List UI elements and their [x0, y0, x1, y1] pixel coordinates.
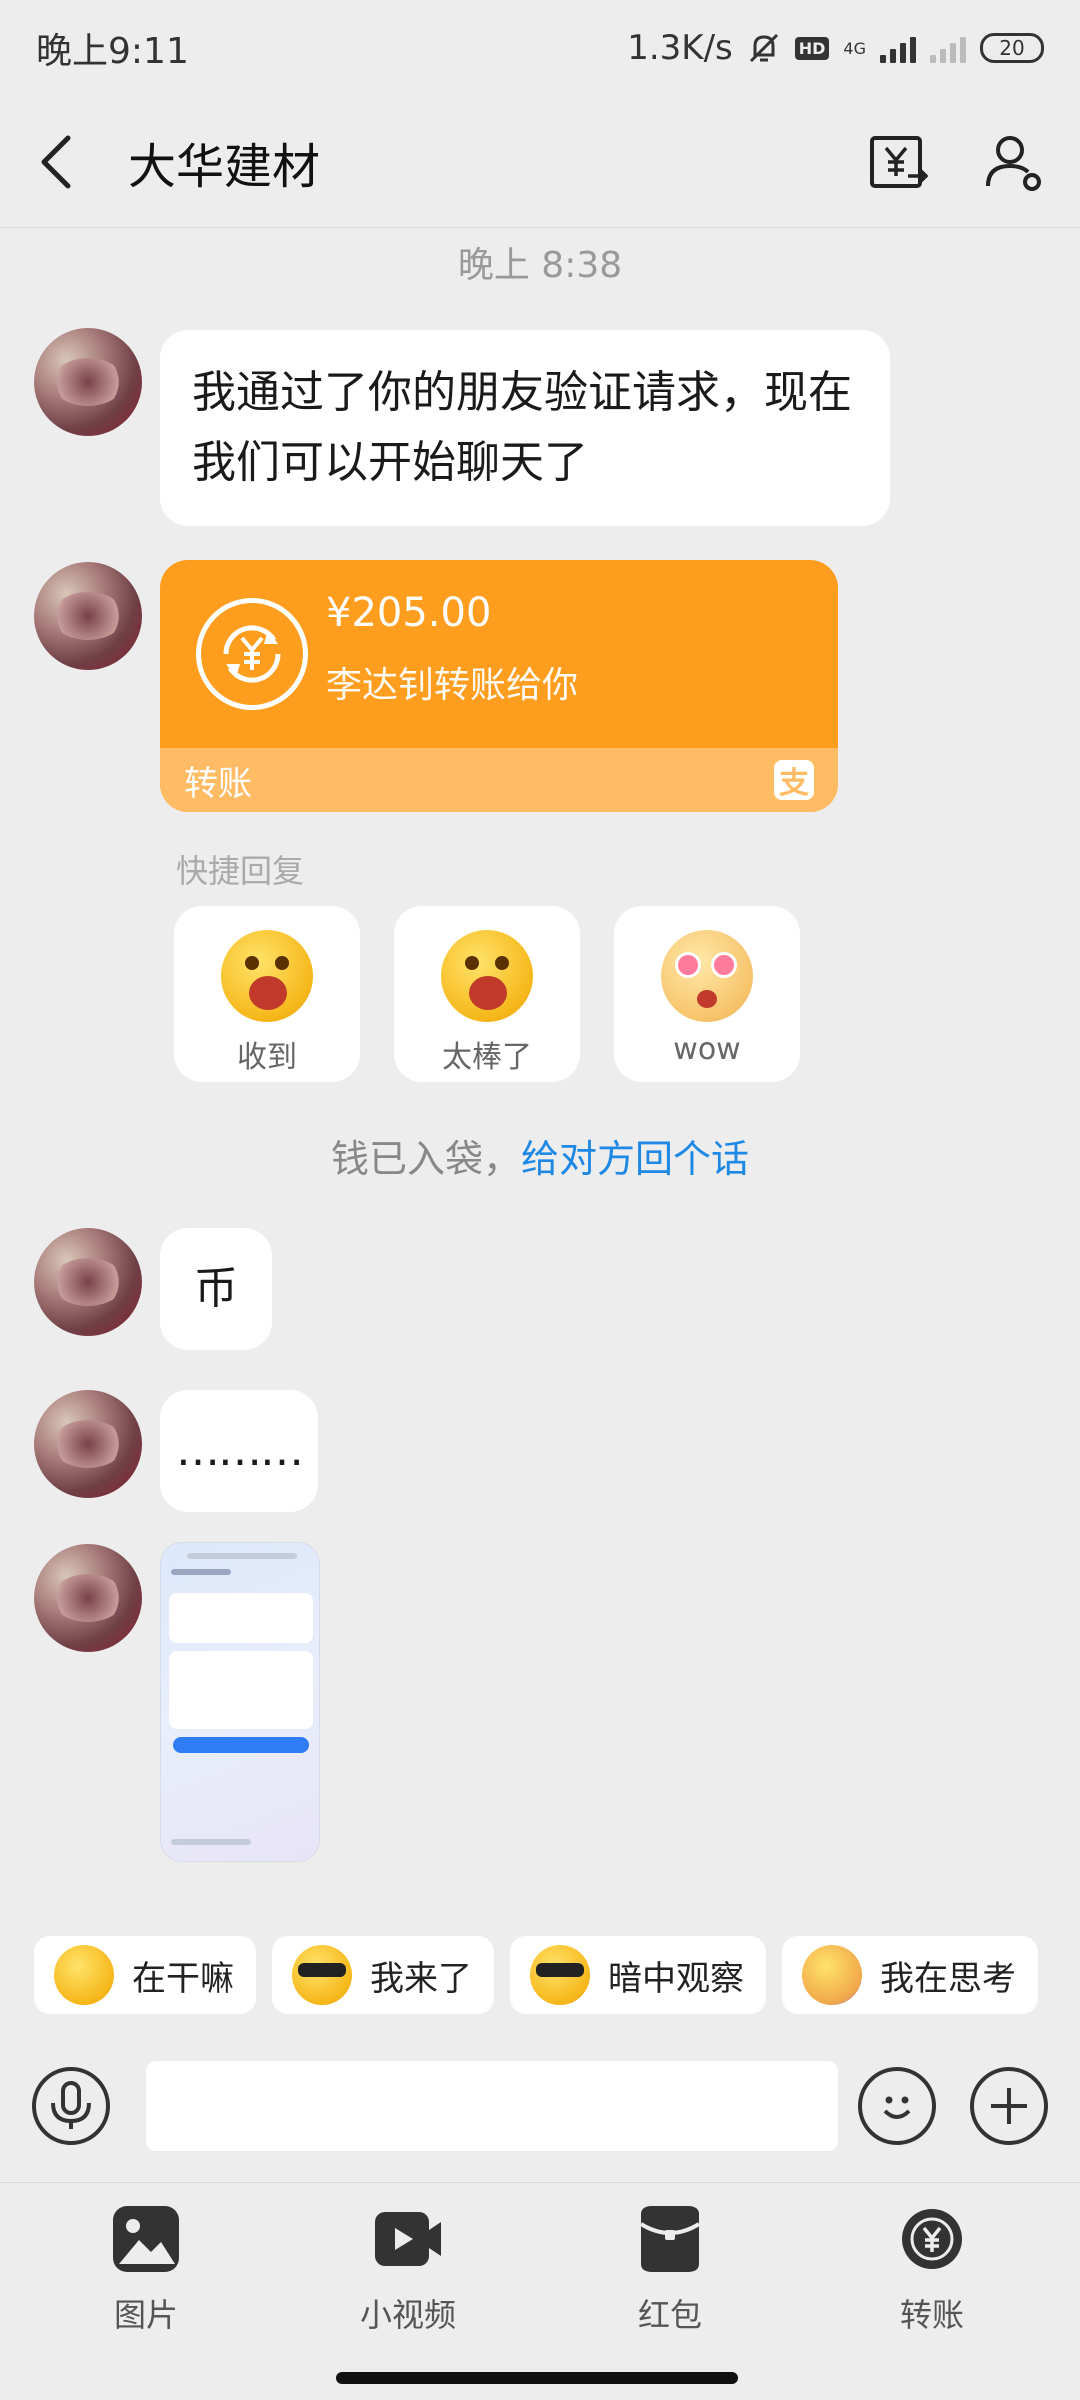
avatar[interactable] — [34, 328, 142, 436]
network-type: 4G — [843, 38, 866, 58]
message-bubble[interactable]: 我通过了你的朋友验证请求，现在我们可以开始聊天了 — [160, 330, 890, 526]
sticker-label: 暗中观察 — [608, 1958, 744, 1999]
transfer-type-label: 转账 — [184, 763, 252, 804]
message-input-bar — [0, 2040, 1080, 2172]
sunglasses-sticker-icon — [292, 1945, 352, 2005]
message-bubble[interactable]: ……… — [160, 1390, 318, 1512]
quick-reply-wow[interactable]: wow — [614, 906, 800, 1082]
hd-badge: HD — [794, 36, 830, 60]
transfer-card-footer: 转账 支 — [160, 748, 838, 812]
contact-profile-icon[interactable] — [984, 132, 1044, 192]
transfer-description: 李达钊转账给你 — [326, 665, 579, 706]
back-button[interactable] — [36, 127, 96, 197]
attachment-tool-bar: 图片 小视频 红包 转账 — [0, 2196, 1080, 2346]
net-speed: 1.3K/s — [627, 28, 733, 68]
quick-reply-label: 收到 — [237, 1040, 297, 1075]
thinking-sticker-icon — [802, 1945, 862, 2005]
money-received-notice: 钱已入袋，给对方回个话 — [0, 1128, 1080, 1183]
avatar[interactable] — [34, 1390, 142, 1498]
tool-transfer[interactable]: 转账 — [862, 2206, 1002, 2336]
avatar[interactable] — [34, 562, 142, 670]
divider — [0, 2182, 1080, 2183]
message-timestamp: 晚上 8:38 — [457, 245, 623, 286]
tool-label: 小视频 — [359, 2296, 456, 2334]
sticker-chip[interactable]: 暗中观察 — [510, 1936, 766, 2014]
voice-button[interactable] — [32, 2067, 110, 2145]
tool-label: 转账 — [899, 2296, 964, 2334]
sticker-label: 在干嘛 — [132, 1958, 234, 1999]
alipay-logo-icon: 支 — [774, 760, 814, 801]
nav-bar: 大华建材 — [0, 96, 1080, 228]
ok-emoji-icon — [221, 930, 313, 1022]
reply-prompt-link[interactable]: 给对方回个话 — [521, 1137, 749, 1181]
nav-actions — [868, 132, 1044, 192]
page-title: 大华建材 — [128, 138, 321, 195]
transfer-card-body: ¥205.00 李达钊转账给你 — [160, 560, 838, 748]
wow-emoji-icon — [661, 930, 753, 1022]
mute-bell-icon — [749, 33, 778, 63]
transfer-icon — [902, 2209, 962, 2269]
sticker-chip[interactable]: 在干嘛 — [34, 1936, 256, 2014]
signal-secondary-icon — [930, 33, 966, 63]
peeking-sticker-icon — [530, 1945, 590, 2005]
sticker-label: 我来了 — [370, 1958, 472, 1999]
quick-reply-title: 快捷回复 — [176, 852, 305, 890]
emoji-button[interactable] — [858, 2067, 936, 2145]
video-icon — [375, 2212, 441, 2266]
tool-video[interactable]: 小视频 — [338, 2206, 478, 2336]
more-button[interactable] — [970, 2067, 1048, 2145]
quick-reply-great[interactable]: 太棒了 — [394, 906, 580, 1082]
sticker-chip[interactable]: 我来了 — [272, 1936, 494, 2014]
tool-label: 图片 — [113, 2296, 178, 2334]
battery-icon: 20 — [980, 33, 1044, 63]
input-actions — [858, 2067, 1048, 2145]
home-indicator[interactable] — [336, 2372, 738, 2384]
quick-reply-received[interactable]: 收到 — [174, 906, 360, 1082]
tool-label: 红包 — [637, 2296, 702, 2334]
chevron-left-icon — [41, 135, 71, 188]
quick-reply-label: wow — [673, 1032, 741, 1067]
avatar[interactable] — [34, 1228, 142, 1336]
curious-sticker-icon — [54, 1945, 114, 2005]
image-icon — [113, 2206, 179, 2272]
status-indicators: 1.3K/s HD 4G 20 — [627, 28, 1044, 68]
signal-icon — [880, 33, 916, 63]
transfer-card[interactable]: ¥205.00 李达钊转账给你 转账 支 — [160, 560, 838, 812]
microphone-icon — [51, 2081, 91, 2129]
tool-image[interactable]: 图片 — [76, 2206, 216, 2336]
avatar[interactable] — [34, 1544, 142, 1652]
smiley-icon — [883, 2096, 911, 2119]
transfer-received-icon — [196, 598, 308, 710]
notice-text: 钱已入袋， — [330, 1137, 521, 1181]
status-bar: 晚上9:11 1.3K/s HD 4G 20 — [0, 0, 1080, 96]
tool-red-packet[interactable]: 红包 — [600, 2206, 740, 2336]
sticker-label: 我在思考 — [880, 1958, 1016, 1999]
sticker-chip[interactable]: 我在思考 — [782, 1936, 1038, 2014]
message-bubble[interactable]: 币 — [160, 1228, 272, 1350]
transfer-amount: ¥205.00 — [326, 590, 492, 636]
quick-reply-label: 太棒了 — [442, 1040, 532, 1075]
sticker-suggestion-row: 在干嘛 我来了 暗中观察 我在思考 — [0, 1906, 1080, 2016]
message-input[interactable] — [146, 2061, 838, 2151]
plus-icon — [991, 2088, 1027, 2124]
happy-tears-emoji-icon — [441, 930, 533, 1022]
red-packet-icon — [639, 2206, 701, 2272]
transfer-record-icon[interactable] — [868, 132, 928, 192]
status-time: 晚上9:11 — [36, 31, 189, 72]
image-message-thumbnail[interactable] — [160, 1542, 320, 1862]
